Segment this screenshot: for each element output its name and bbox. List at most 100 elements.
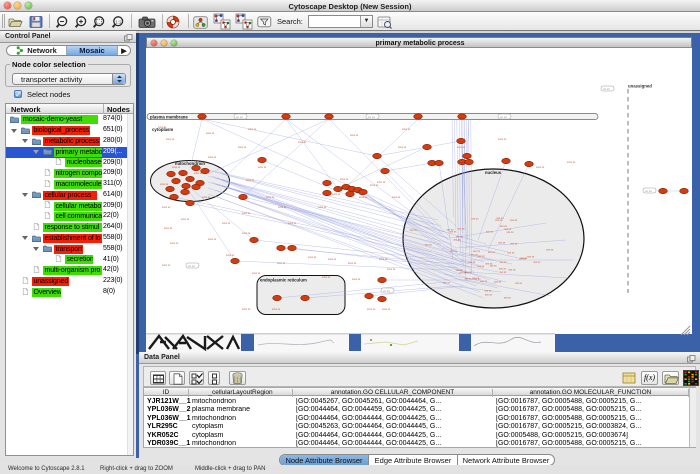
- svg-text:plasma membrane: plasma membrane: [150, 114, 188, 119]
- svg-text:unassigned: unassigned: [628, 83, 652, 88]
- svg-text:xxx xx: xxx xx: [497, 217, 505, 220]
- svg-text:xxxx xx: xxxx xx: [272, 308, 281, 311]
- svg-text:xxxx xx: xxxx xx: [248, 128, 257, 131]
- svg-text:xx xx: xx xx: [188, 263, 195, 267]
- svg-text:endoplasmic reticulum: endoplasmic reticulum: [260, 277, 307, 282]
- svg-text:xxxx xx: xxxx xx: [181, 218, 190, 221]
- svg-text:xxx xx: xxx xx: [477, 264, 485, 267]
- svg-text:xxxx xx: xxxx xx: [318, 206, 327, 209]
- svg-text:xxx xx: xxx xx: [485, 293, 493, 296]
- svg-text:xxxx xx: xxxx xx: [242, 212, 251, 215]
- svg-text:xxx xx: xxx xx: [486, 230, 494, 233]
- svg-text:xxxx xx: xxxx xx: [352, 278, 361, 281]
- svg-text:xxxx xx: xxxx xx: [402, 128, 411, 131]
- svg-text:xxxx xx: xxxx xx: [266, 196, 275, 199]
- svg-text:1:1: 1:1: [115, 19, 121, 24]
- svg-text:xxxx xx: xxxx xx: [277, 262, 286, 265]
- svg-text:xx xx: xx xx: [500, 114, 507, 118]
- svg-text:xxx xx: xxx xx: [498, 241, 506, 244]
- svg-text:xxxx xx: xxxx xx: [340, 178, 349, 181]
- svg-text:xxx xx: xxx xx: [474, 278, 482, 281]
- svg-text:xxxx xx: xxxx xx: [172, 166, 181, 169]
- svg-text:xxxx xx: xxxx xx: [158, 126, 167, 129]
- svg-text:xxxx xx: xxxx xx: [370, 184, 379, 187]
- svg-text:xxxx xx: xxxx xx: [359, 196, 368, 199]
- svg-text:xxx xx: xxx xx: [471, 217, 479, 220]
- svg-text:xxxx xx: xxxx xx: [308, 256, 317, 259]
- svg-text:xxx xx: xxx xx: [465, 277, 473, 280]
- svg-text:xxxx xx: xxxx xx: [278, 206, 287, 209]
- svg-text:xxx xx: xxx xx: [507, 230, 515, 233]
- svg-text:xxxx xx: xxxx xx: [536, 166, 545, 169]
- svg-text:xxxx xx: xxxx xx: [348, 262, 357, 265]
- svg-text:xxxx xx: xxxx xx: [567, 161, 576, 164]
- svg-text:xxx xx: xxx xx: [527, 255, 535, 258]
- svg-text:xxxx xx: xxxx xx: [498, 138, 507, 141]
- svg-text:xxx xx: xxx xx: [546, 248, 554, 251]
- svg-text:xxx xx: xxx xx: [488, 250, 496, 253]
- svg-text:xx xx: xx xx: [383, 288, 390, 292]
- svg-text:xxx xx: xxx xx: [447, 228, 455, 231]
- svg-text:xxxx xx: xxxx xx: [387, 268, 396, 271]
- svg-text:xxx xx: xxx xx: [457, 227, 465, 230]
- svg-text:xxx xx: xxx xx: [468, 261, 476, 264]
- svg-text:xxx xx: xxx xx: [456, 269, 464, 272]
- svg-text:xxxx xx: xxxx xx: [322, 276, 331, 279]
- svg-text:xxxx xx: xxxx xx: [202, 196, 211, 199]
- svg-text:xxxx xx: xxxx xx: [162, 264, 171, 267]
- svg-text:xxx xx: xxx xx: [450, 250, 458, 253]
- svg-text:xx xx: xx xx: [236, 114, 243, 118]
- svg-text:xxx xx: xxx xx: [500, 225, 508, 228]
- svg-text:xxx xx: xxx xx: [453, 238, 461, 241]
- svg-text:xxxx xx: xxxx xx: [162, 206, 171, 209]
- svg-text:xxx xx: xxx xx: [443, 281, 451, 284]
- svg-text:xxx xx: xxx xx: [520, 257, 528, 260]
- svg-text:xxxx xx: xxxx xx: [298, 141, 307, 144]
- svg-text:xxx xx: xxx xx: [473, 250, 481, 253]
- svg-text:xxx xx: xxx xx: [507, 251, 515, 254]
- svg-text:xxxx xx: xxxx xx: [160, 183, 169, 186]
- svg-text:xxxx xx: xxxx xx: [166, 138, 175, 141]
- svg-text:xxx xx: xxx xx: [509, 268, 517, 271]
- svg-text:xxxx xx: xxxx xx: [367, 308, 376, 311]
- svg-text:xxxx xx: xxxx xx: [288, 222, 297, 225]
- svg-text:xxx xx: xxx xx: [504, 296, 512, 299]
- svg-text:xx xx: xx xx: [603, 86, 610, 90]
- svg-text:xxxx xx: xxxx xx: [164, 227, 173, 230]
- svg-text:xxxx xx: xxxx xx: [246, 179, 255, 182]
- svg-text:xxxx xx: xxxx xx: [350, 134, 359, 137]
- svg-text:xxx xx: xxx xx: [425, 243, 433, 246]
- svg-text:nucleus: nucleus: [485, 170, 502, 175]
- svg-text:xxxx xx: xxxx xx: [242, 308, 251, 311]
- svg-text:xxx xx: xxx xx: [500, 261, 508, 264]
- svg-text:xxxx xx: xxxx xx: [382, 308, 391, 311]
- svg-text:xxx xx: xxx xx: [485, 262, 493, 265]
- svg-text:xxxx xx: xxxx xx: [170, 242, 179, 245]
- svg-text:xxxx xx: xxxx xx: [222, 222, 231, 225]
- svg-text:xxx xx: xxx xx: [494, 280, 502, 283]
- svg-text:xxx xx: xxx xx: [456, 235, 464, 238]
- svg-text:xxxx xx: xxxx xx: [328, 258, 337, 261]
- svg-text:xxx xx: xxx xx: [480, 280, 488, 283]
- svg-text:xxxx xx: xxxx xx: [208, 238, 217, 241]
- svg-text:xx xx: xx xx: [368, 114, 375, 118]
- svg-text:xxx xx: xxx xx: [515, 282, 523, 285]
- svg-text:xxxx xx: xxxx xx: [238, 146, 247, 149]
- svg-text:xxx xx: xxx xx: [510, 242, 518, 245]
- svg-text:xxxx xx: xxxx xx: [392, 196, 401, 199]
- svg-text:xxxx xx: xxxx xx: [258, 166, 267, 169]
- svg-text:xx xx: xx xx: [645, 188, 652, 192]
- svg-text:xxxx xx: xxxx xx: [208, 156, 217, 159]
- svg-text:xxxx xx: xxxx xx: [206, 132, 215, 135]
- svg-text:xxxx xx: xxxx xx: [226, 254, 235, 257]
- svg-text:xxxx xx: xxxx xx: [332, 193, 341, 196]
- svg-text:xxxx xx: xxxx xx: [242, 232, 251, 235]
- svg-text:xxx xx: xxx xx: [499, 270, 507, 273]
- svg-text:xxxx xx: xxxx xx: [457, 146, 466, 149]
- svg-text:xxx xx: xxx xx: [533, 261, 541, 264]
- svg-text:xxxx xx: xxxx xx: [379, 258, 388, 261]
- svg-text:xxxx xx: xxxx xx: [377, 181, 386, 184]
- svg-text:xxx xx: xxx xx: [510, 219, 518, 222]
- svg-text:xxxx xx: xxxx xx: [252, 272, 261, 275]
- svg-text:xxx xx: xxx xx: [478, 255, 486, 258]
